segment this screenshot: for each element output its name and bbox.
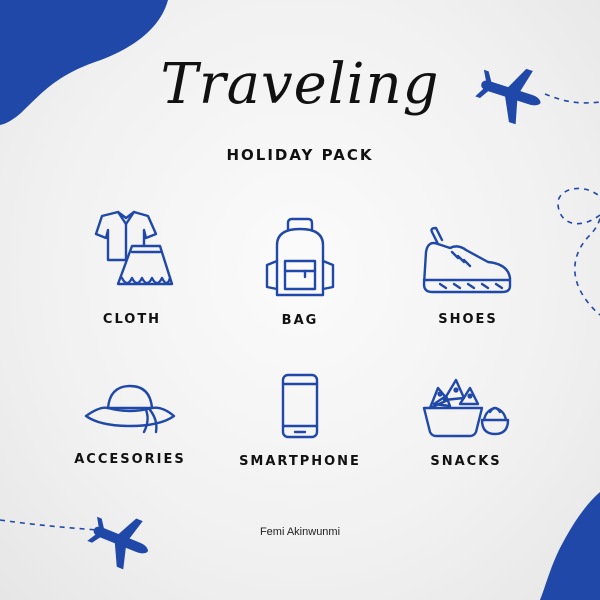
item-label: CLOTH [102, 312, 162, 327]
item-label: SNACKS [430, 454, 502, 469]
item-label: SMARTPHONE [239, 454, 361, 469]
smartphone-icon [281, 373, 319, 439]
page-title: Traveling [160, 52, 440, 117]
snacks-icon [422, 378, 510, 438]
poster: Traveling HOLIDAY PACK CLOTH BAG SHOES A… [0, 0, 600, 600]
item-label: ACCESORIES [74, 452, 186, 467]
clothes-icon [94, 210, 174, 286]
item-accesories: ACCESORIES [40, 380, 220, 467]
item-snacks: SNACKS [376, 374, 556, 469]
page-subtitle: HOLIDAY PACK [226, 146, 374, 164]
bottom-right-blob [540, 492, 600, 600]
hat-icon [84, 384, 176, 434]
sneaker-icon [422, 226, 512, 294]
airplane-icon-bottom [87, 516, 148, 570]
item-cloth: CLOTH [42, 208, 222, 327]
item-bag: BAG [210, 215, 390, 328]
backpack-icon [265, 217, 335, 297]
item-label: BAG [281, 313, 319, 328]
author-credit: Femi Akinwunmi [259, 526, 341, 538]
dashed-loop-right [557, 187, 600, 316]
item-smartphone: SMARTPHONE [210, 372, 390, 469]
item-shoes: SHOES [378, 222, 558, 327]
item-label: SHOES [438, 312, 498, 327]
